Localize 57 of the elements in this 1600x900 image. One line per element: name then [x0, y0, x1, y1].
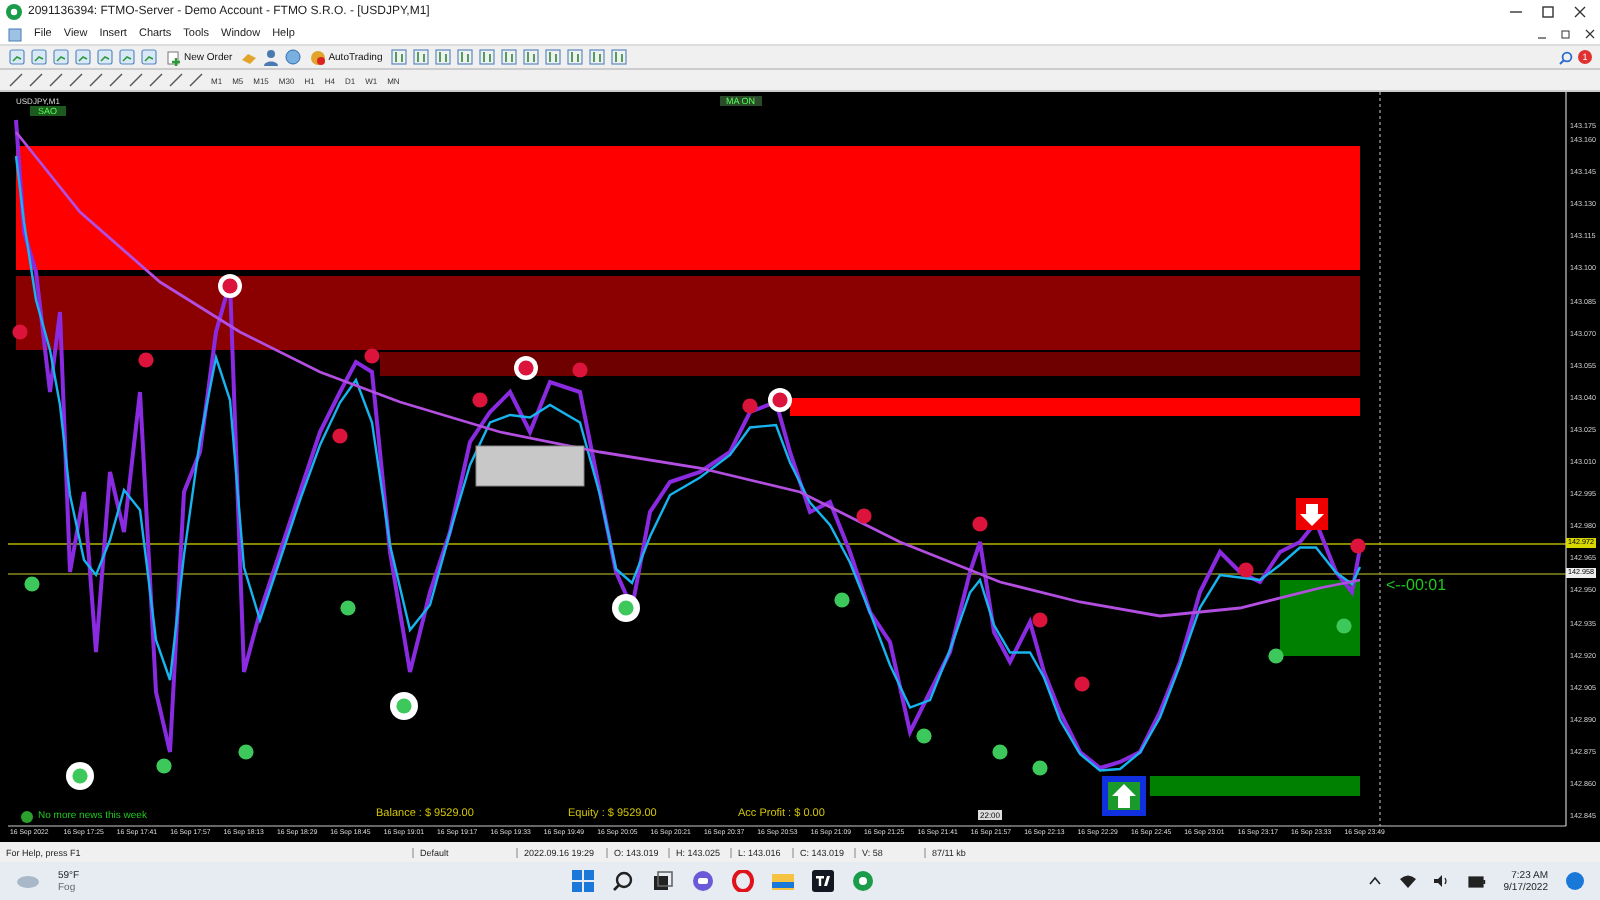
- sell-signal-marker: [218, 274, 242, 298]
- info-tooltip: [475, 445, 585, 487]
- sell-signal-dot: [856, 508, 872, 524]
- sell-signal-dot: [138, 352, 154, 368]
- sell-signal-marker: [514, 356, 538, 380]
- person-icon[interactable]: [262, 48, 281, 66]
- buy-signal-dot: [1268, 648, 1284, 664]
- globe-icon: [20, 809, 34, 823]
- sell-signal-dot: [742, 398, 758, 414]
- notification-icon[interactable]: [1566, 872, 1584, 890]
- windows-start-icon[interactable]: [572, 870, 595, 892]
- buy-signal-marker: [66, 762, 94, 790]
- chat-icon[interactable]: [692, 870, 715, 892]
- buy-signal-dot: [1032, 760, 1048, 776]
- sell-signal-dot: [1238, 562, 1254, 578]
- buy-signal-dot: [24, 576, 40, 592]
- chart-window-icon[interactable]: [8, 27, 22, 41]
- buy-signal-dot: [992, 744, 1008, 760]
- battery-icon[interactable]: [1467, 875, 1486, 887]
- buy-signal-dot: [156, 758, 172, 774]
- sell-signal-dot: [972, 516, 988, 532]
- buy-signal-dot: [916, 728, 932, 744]
- sell-signal-dot: [1074, 676, 1090, 692]
- sell-signal-dot: [332, 428, 348, 444]
- buy-signal-dot: [834, 592, 850, 608]
- countdown-label: <--00:01: [1386, 576, 1447, 594]
- close-icon[interactable]: [1584, 28, 1596, 40]
- sell-signal-dot: [12, 324, 28, 340]
- trendline-icon[interactable]: [88, 72, 104, 88]
- restore-icon[interactable]: [1560, 28, 1572, 40]
- sell-signal-dot: [472, 392, 488, 408]
- buy-signal-marker: [612, 594, 640, 622]
- speaker-icon[interactable]: [1433, 874, 1450, 888]
- globe-icon[interactable]: [284, 48, 303, 66]
- buy-signal-marker: [390, 692, 418, 720]
- search-icon[interactable]: [612, 870, 635, 892]
- sell-signal-dot: [1032, 612, 1048, 628]
- task-view-icon[interactable]: [652, 870, 675, 892]
- sell-signal-dot: [364, 348, 380, 364]
- chevron-up-icon[interactable]: [1367, 874, 1382, 888]
- buy-signal-dot: [340, 600, 356, 616]
- sell-signal-marker: [768, 388, 792, 412]
- up-arrow-icon: [1102, 776, 1146, 816]
- maximize-icon[interactable]: [1540, 4, 1556, 20]
- new-order-icon: [166, 49, 182, 65]
- down-arrow-icon: [1296, 498, 1328, 530]
- buy-signal-dot: [1336, 618, 1352, 634]
- sell-signal-dot: [572, 362, 588, 378]
- wifi-icon[interactable]: [1399, 874, 1416, 888]
- tradingview-icon[interactable]: [812, 870, 835, 892]
- app-logo-icon[interactable]: [852, 870, 875, 892]
- opera-icon[interactable]: [732, 870, 755, 892]
- close-icon[interactable]: [1572, 4, 1588, 20]
- support-zone: [1280, 580, 1360, 656]
- buy-signal-dot: [238, 744, 254, 760]
- sell-signal-dot: [1350, 538, 1366, 554]
- autotrading-icon: [310, 49, 327, 65]
